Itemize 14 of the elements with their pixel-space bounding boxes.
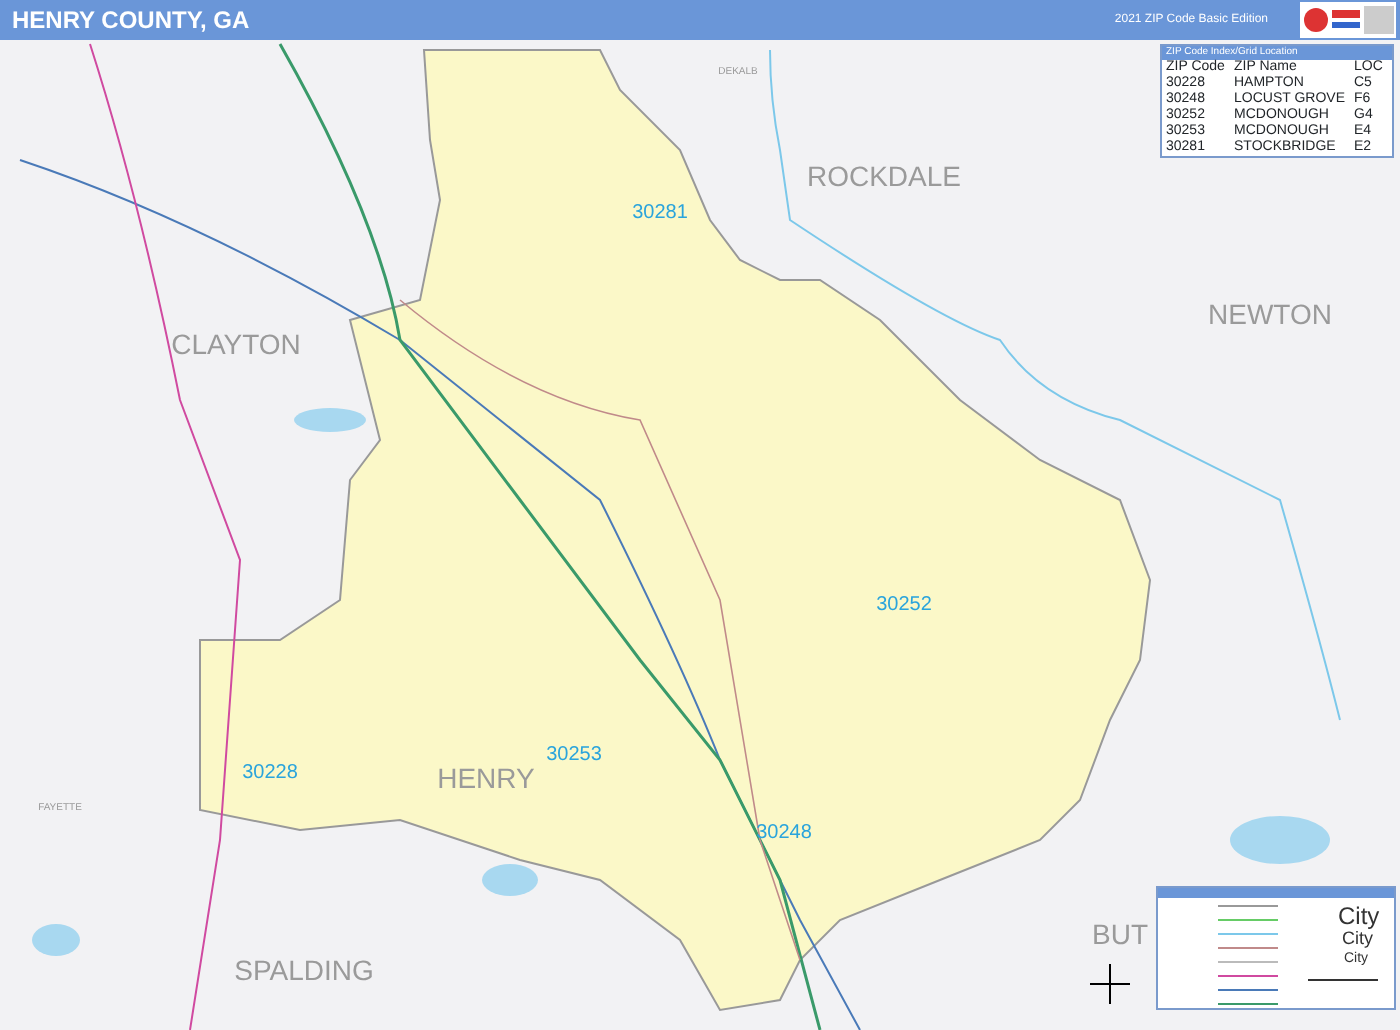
zip-code-label: 30253 xyxy=(546,744,602,766)
county-label: ROCKDALE xyxy=(806,160,962,192)
zip-code-label: 30281 xyxy=(632,202,688,224)
map-title: HENRY COUNTY, GA xyxy=(12,4,250,38)
county-label: BUT xyxy=(1092,918,1148,950)
zip-code-label: 30228 xyxy=(242,762,298,784)
zip-code-label: 30248 xyxy=(756,822,812,844)
county-label: HENRY xyxy=(437,762,535,794)
city-sample-label: City xyxy=(1342,930,1373,948)
county-label: NEWTON xyxy=(1208,298,1332,330)
city-sample-label: City xyxy=(1338,904,1380,928)
county-label: SPALDING xyxy=(234,954,374,986)
zip-code-label: 30252 xyxy=(876,594,932,616)
county-label: CLAYTON xyxy=(171,328,301,360)
